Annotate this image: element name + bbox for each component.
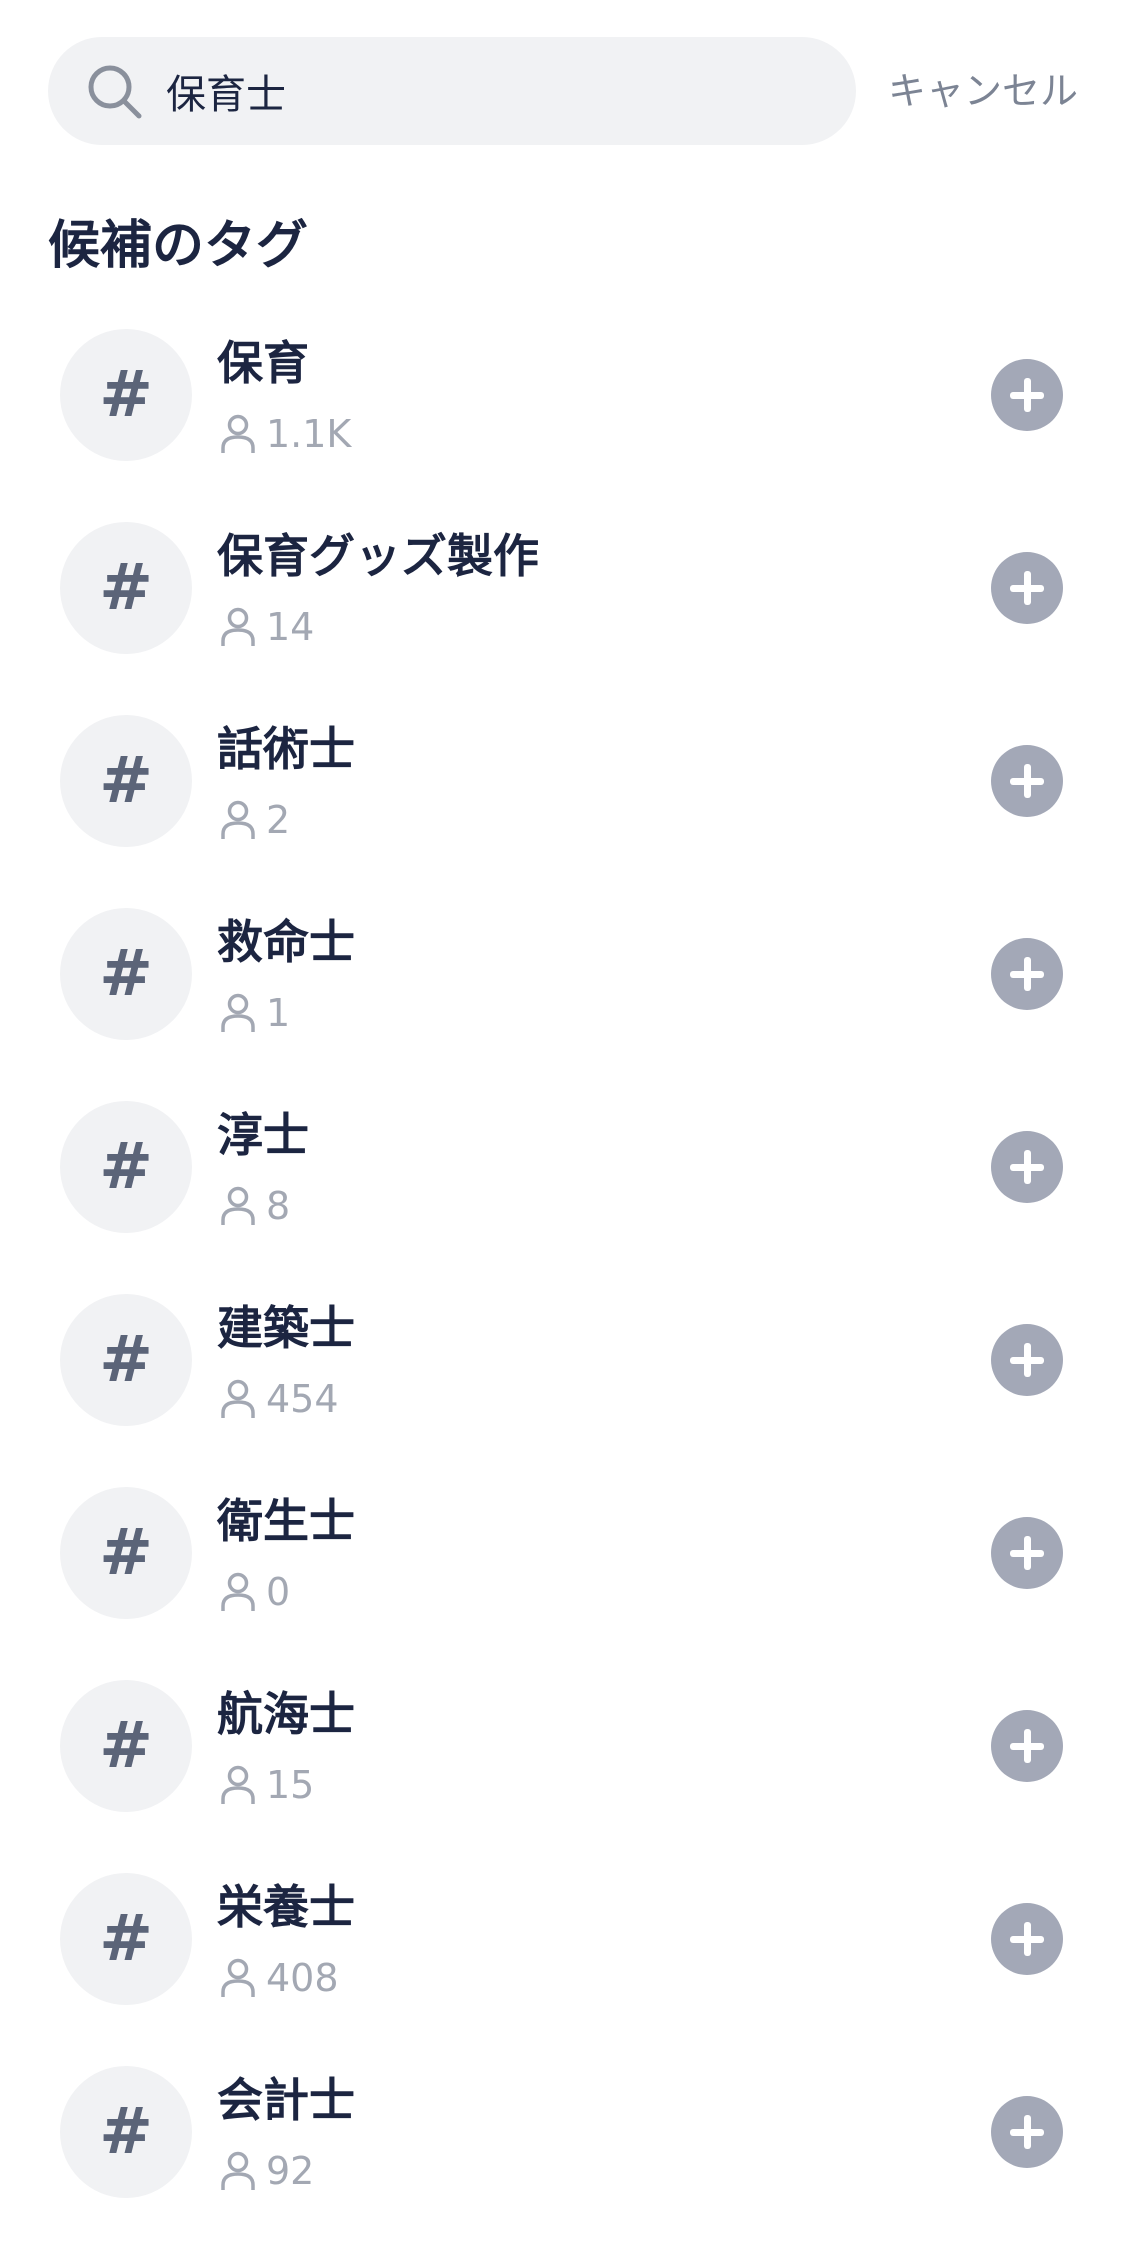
person-icon xyxy=(221,993,255,1032)
tag-follower-count: 1.1K xyxy=(220,410,351,458)
tag-name: 保育 xyxy=(217,336,309,390)
search-input[interactable] xyxy=(166,37,826,145)
tag-name: 救命士 xyxy=(217,915,355,969)
person-icon xyxy=(221,1379,255,1418)
hashtag-icon: # xyxy=(60,2066,192,2198)
tag-name: 栄養士 xyxy=(217,1880,355,1934)
tag-count: 454 xyxy=(266,1377,339,1421)
hashtag-icon: # xyxy=(60,1680,192,1812)
tag-name: 衛生士 xyxy=(217,1494,355,1548)
add-tag-button[interactable] xyxy=(991,1710,1063,1782)
tag-follower-count: 14 xyxy=(220,603,314,651)
tag-count: 1 xyxy=(266,991,291,1035)
tag-follower-count: 15 xyxy=(220,1761,314,1809)
tag-suggestion-list: # 保育 1.1K # 保育グッズ製作 14 # 話術士 2 # 救命士 1 #… xyxy=(0,324,1125,2254)
tag-row[interactable]: # 保育 1.1K xyxy=(0,324,1125,517)
tag-count: 2 xyxy=(266,798,291,842)
tag-row[interactable]: # 救命士 1 xyxy=(0,903,1125,1096)
tag-follower-count: 1 xyxy=(220,989,290,1037)
tag-follower-count: 2 xyxy=(220,796,290,844)
hashtag-icon: # xyxy=(60,522,192,654)
tag-count: 92 xyxy=(266,2149,315,2193)
tag-follower-count: 8 xyxy=(220,1182,290,1230)
hashtag-icon: # xyxy=(60,1487,192,1619)
add-tag-button[interactable] xyxy=(991,938,1063,1010)
add-tag-button[interactable] xyxy=(991,552,1063,624)
person-icon xyxy=(221,800,255,839)
hashtag-icon: # xyxy=(60,715,192,847)
tag-name: 会計士 xyxy=(217,2073,355,2127)
search-bar: キャンセル xyxy=(0,0,1125,180)
person-icon xyxy=(221,1765,255,1804)
tag-row[interactable]: # 航海士 15 xyxy=(0,1675,1125,1868)
tag-count: 8 xyxy=(266,1184,291,1228)
tag-count: 408 xyxy=(266,1956,339,2000)
tag-follower-count: 92 xyxy=(220,2147,314,2195)
tag-row[interactable]: # 淳士 8 xyxy=(0,1096,1125,1289)
person-icon xyxy=(221,414,255,453)
person-icon xyxy=(221,1186,255,1225)
tag-name: 保育グッズ製作 xyxy=(217,529,539,583)
add-tag-button[interactable] xyxy=(991,1324,1063,1396)
add-tag-button[interactable] xyxy=(991,2096,1063,2168)
tag-row[interactable]: # 建築士 454 xyxy=(0,1289,1125,1482)
search-field[interactable] xyxy=(48,37,856,145)
person-icon xyxy=(221,1572,255,1611)
tag-name: 淳士 xyxy=(217,1108,309,1162)
tag-row[interactable]: # 話術士 2 xyxy=(0,710,1125,903)
search-icon xyxy=(88,65,142,119)
tag-row[interactable]: # 衛生士 0 xyxy=(0,1482,1125,1675)
add-tag-button[interactable] xyxy=(991,745,1063,817)
hashtag-icon: # xyxy=(60,1101,192,1233)
hashtag-icon: # xyxy=(60,1294,192,1426)
person-icon xyxy=(221,1958,255,1997)
tag-name: 航海士 xyxy=(217,1687,355,1741)
cancel-button[interactable]: キャンセル xyxy=(878,37,1078,145)
add-tag-button[interactable] xyxy=(991,1131,1063,1203)
hashtag-icon: # xyxy=(60,908,192,1040)
tag-count: 15 xyxy=(266,1763,315,1807)
tag-row[interactable]: # 会計士 92 xyxy=(0,2061,1125,2254)
hashtag-icon: # xyxy=(60,1873,192,2005)
tag-count: 0 xyxy=(266,1570,291,1614)
add-tag-button[interactable] xyxy=(991,359,1063,431)
tag-count: 14 xyxy=(266,605,315,649)
tag-row[interactable]: # 栄養士 408 xyxy=(0,1868,1125,2061)
section-title: 候補のタグ xyxy=(48,216,309,276)
tag-count: 1.1K xyxy=(266,412,352,456)
tag-name: 話術士 xyxy=(217,722,355,776)
add-tag-button[interactable] xyxy=(991,1903,1063,1975)
person-icon xyxy=(221,2151,255,2190)
tag-follower-count: 408 xyxy=(220,1954,339,2002)
tag-row[interactable]: # 保育グッズ製作 14 xyxy=(0,517,1125,710)
hashtag-icon: # xyxy=(60,329,192,461)
tag-name: 建築士 xyxy=(217,1301,355,1355)
person-icon xyxy=(221,607,255,646)
tag-follower-count: 0 xyxy=(220,1568,290,1616)
tag-follower-count: 454 xyxy=(220,1375,339,1423)
add-tag-button[interactable] xyxy=(991,1517,1063,1589)
